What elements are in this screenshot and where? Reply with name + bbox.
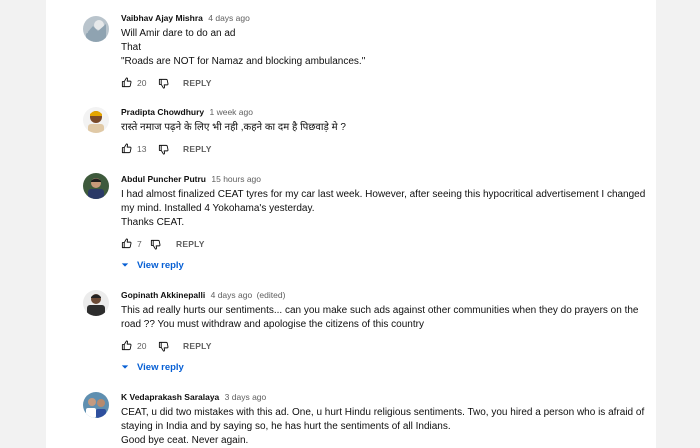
thumbs-down-icon[interactable]: [150, 239, 161, 250]
chevron-down-icon: [121, 365, 129, 369]
comment-line: CEAT, u did two mistakes with this ad. O…: [121, 407, 645, 418]
view-replies-label: View reply: [137, 260, 184, 271]
reply-button[interactable]: REPLY: [176, 239, 205, 249]
view-replies-label: View reply: [137, 362, 184, 373]
comment-line: Good bye ceat. Never again.: [121, 435, 249, 446]
avatar[interactable]: [83, 173, 109, 199]
author-name[interactable]: Vaibhav Ajay Mishra: [121, 13, 203, 23]
chevron-down-icon: [121, 263, 129, 267]
comment-actions: 13 REPLY: [121, 142, 646, 158]
comment-line: my mind. Installed 4 Yokohama's yesterda…: [121, 203, 315, 214]
author-name[interactable]: Pradipta Chowdhury: [121, 107, 204, 117]
comment-body: Pradipta Chowdhury 1 week ago रास्ते नमा…: [121, 106, 646, 158]
like-count: 20: [137, 78, 147, 88]
comment-line: Will Amir dare to do an ad: [121, 28, 236, 39]
comment-header: Gopinath Akkinepalli 4 days ago (edited): [121, 289, 646, 301]
view-replies-button[interactable]: View reply: [121, 259, 646, 273]
comment-line: I had almost finalized CEAT tyres for my…: [121, 189, 646, 200]
timestamp[interactable]: 4 days ago: [208, 13, 250, 23]
comment-body: Gopinath Akkinepalli 4 days ago (edited)…: [121, 289, 646, 375]
comment-actions: 20 REPLY: [121, 339, 646, 355]
comment-text: CEAT, u did two mistakes with this ad. O…: [121, 406, 646, 448]
reply-button[interactable]: REPLY: [183, 144, 212, 154]
comment-line: रास्ते नमाज पढ़ने के लिए भी नही ,कहने का…: [121, 122, 346, 133]
thumbs-down-icon[interactable]: [158, 341, 169, 352]
comment-text: This ad really hurts our sentiments... c…: [121, 304, 646, 332]
avatar[interactable]: [83, 392, 109, 418]
comment-line: This ad really hurts our sentiments... c…: [121, 305, 639, 316]
comment-text: Will Amir dare to do an ad That "Roads a…: [121, 27, 646, 69]
comment-actions: 7 REPLY: [121, 237, 646, 253]
comment-body: Abdul Puncher Putru 15 hours ago I had a…: [121, 173, 646, 273]
timestamp[interactable]: 4 days ago: [211, 290, 253, 300]
like-count: 20: [137, 341, 147, 351]
comment-line: "Roads are NOT for Namaz and blocking am…: [121, 56, 366, 67]
comment-header: Pradipta Chowdhury 1 week ago: [121, 106, 646, 118]
timestamp[interactable]: 3 days ago: [225, 392, 267, 402]
reply-button[interactable]: REPLY: [183, 341, 212, 351]
comment-line: Thanks CEAT.: [121, 217, 185, 228]
comment-text: I had almost finalized CEAT tyres for my…: [121, 188, 646, 230]
comment-actions: 20 REPLY: [121, 76, 646, 92]
like-count: 13: [137, 144, 147, 154]
comment-body: K Vedaprakash Saralaya 3 days ago CEAT, …: [121, 391, 646, 448]
author-name[interactable]: K Vedaprakash Saralaya: [121, 392, 219, 402]
avatar[interactable]: [83, 290, 109, 316]
comment-body: Vaibhav Ajay Mishra 4 days ago Will Amir…: [121, 12, 646, 92]
comment-line: road ?? You must withdraw and apologise …: [121, 319, 424, 330]
like-count: 7: [137, 239, 142, 249]
thumbs-up-icon[interactable]: [121, 143, 132, 154]
thumbs-down-icon[interactable]: [158, 144, 169, 155]
avatar[interactable]: [83, 16, 109, 42]
edited-label: (edited): [256, 290, 286, 300]
comment-header: K Vedaprakash Saralaya 3 days ago: [121, 391, 646, 403]
comment-text: रास्ते नमाज पढ़ने के लिए भी नही ,कहने का…: [121, 121, 646, 135]
avatar[interactable]: [83, 107, 109, 133]
thumbs-down-icon[interactable]: [158, 78, 169, 89]
author-name[interactable]: Gopinath Akkinepalli: [121, 290, 205, 300]
comment-line: That: [121, 42, 142, 53]
timestamp[interactable]: 1 week ago: [210, 107, 253, 117]
comments-panel: Vaibhav Ajay Mishra 4 days ago Will Amir…: [46, 0, 656, 448]
thumbs-up-icon[interactable]: [121, 238, 132, 249]
thumbs-up-icon[interactable]: [121, 77, 132, 88]
timestamp[interactable]: 15 hours ago: [211, 174, 261, 184]
thumbs-up-icon[interactable]: [121, 340, 132, 351]
comment-header: Vaibhav Ajay Mishra 4 days ago: [121, 12, 646, 24]
comment-header: Abdul Puncher Putru 15 hours ago: [121, 173, 646, 185]
comment-line: staying in India and by saying so, he ha…: [121, 421, 451, 432]
view-replies-button[interactable]: View reply: [121, 361, 646, 375]
author-name[interactable]: Abdul Puncher Putru: [121, 174, 206, 184]
reply-button[interactable]: REPLY: [183, 78, 212, 88]
